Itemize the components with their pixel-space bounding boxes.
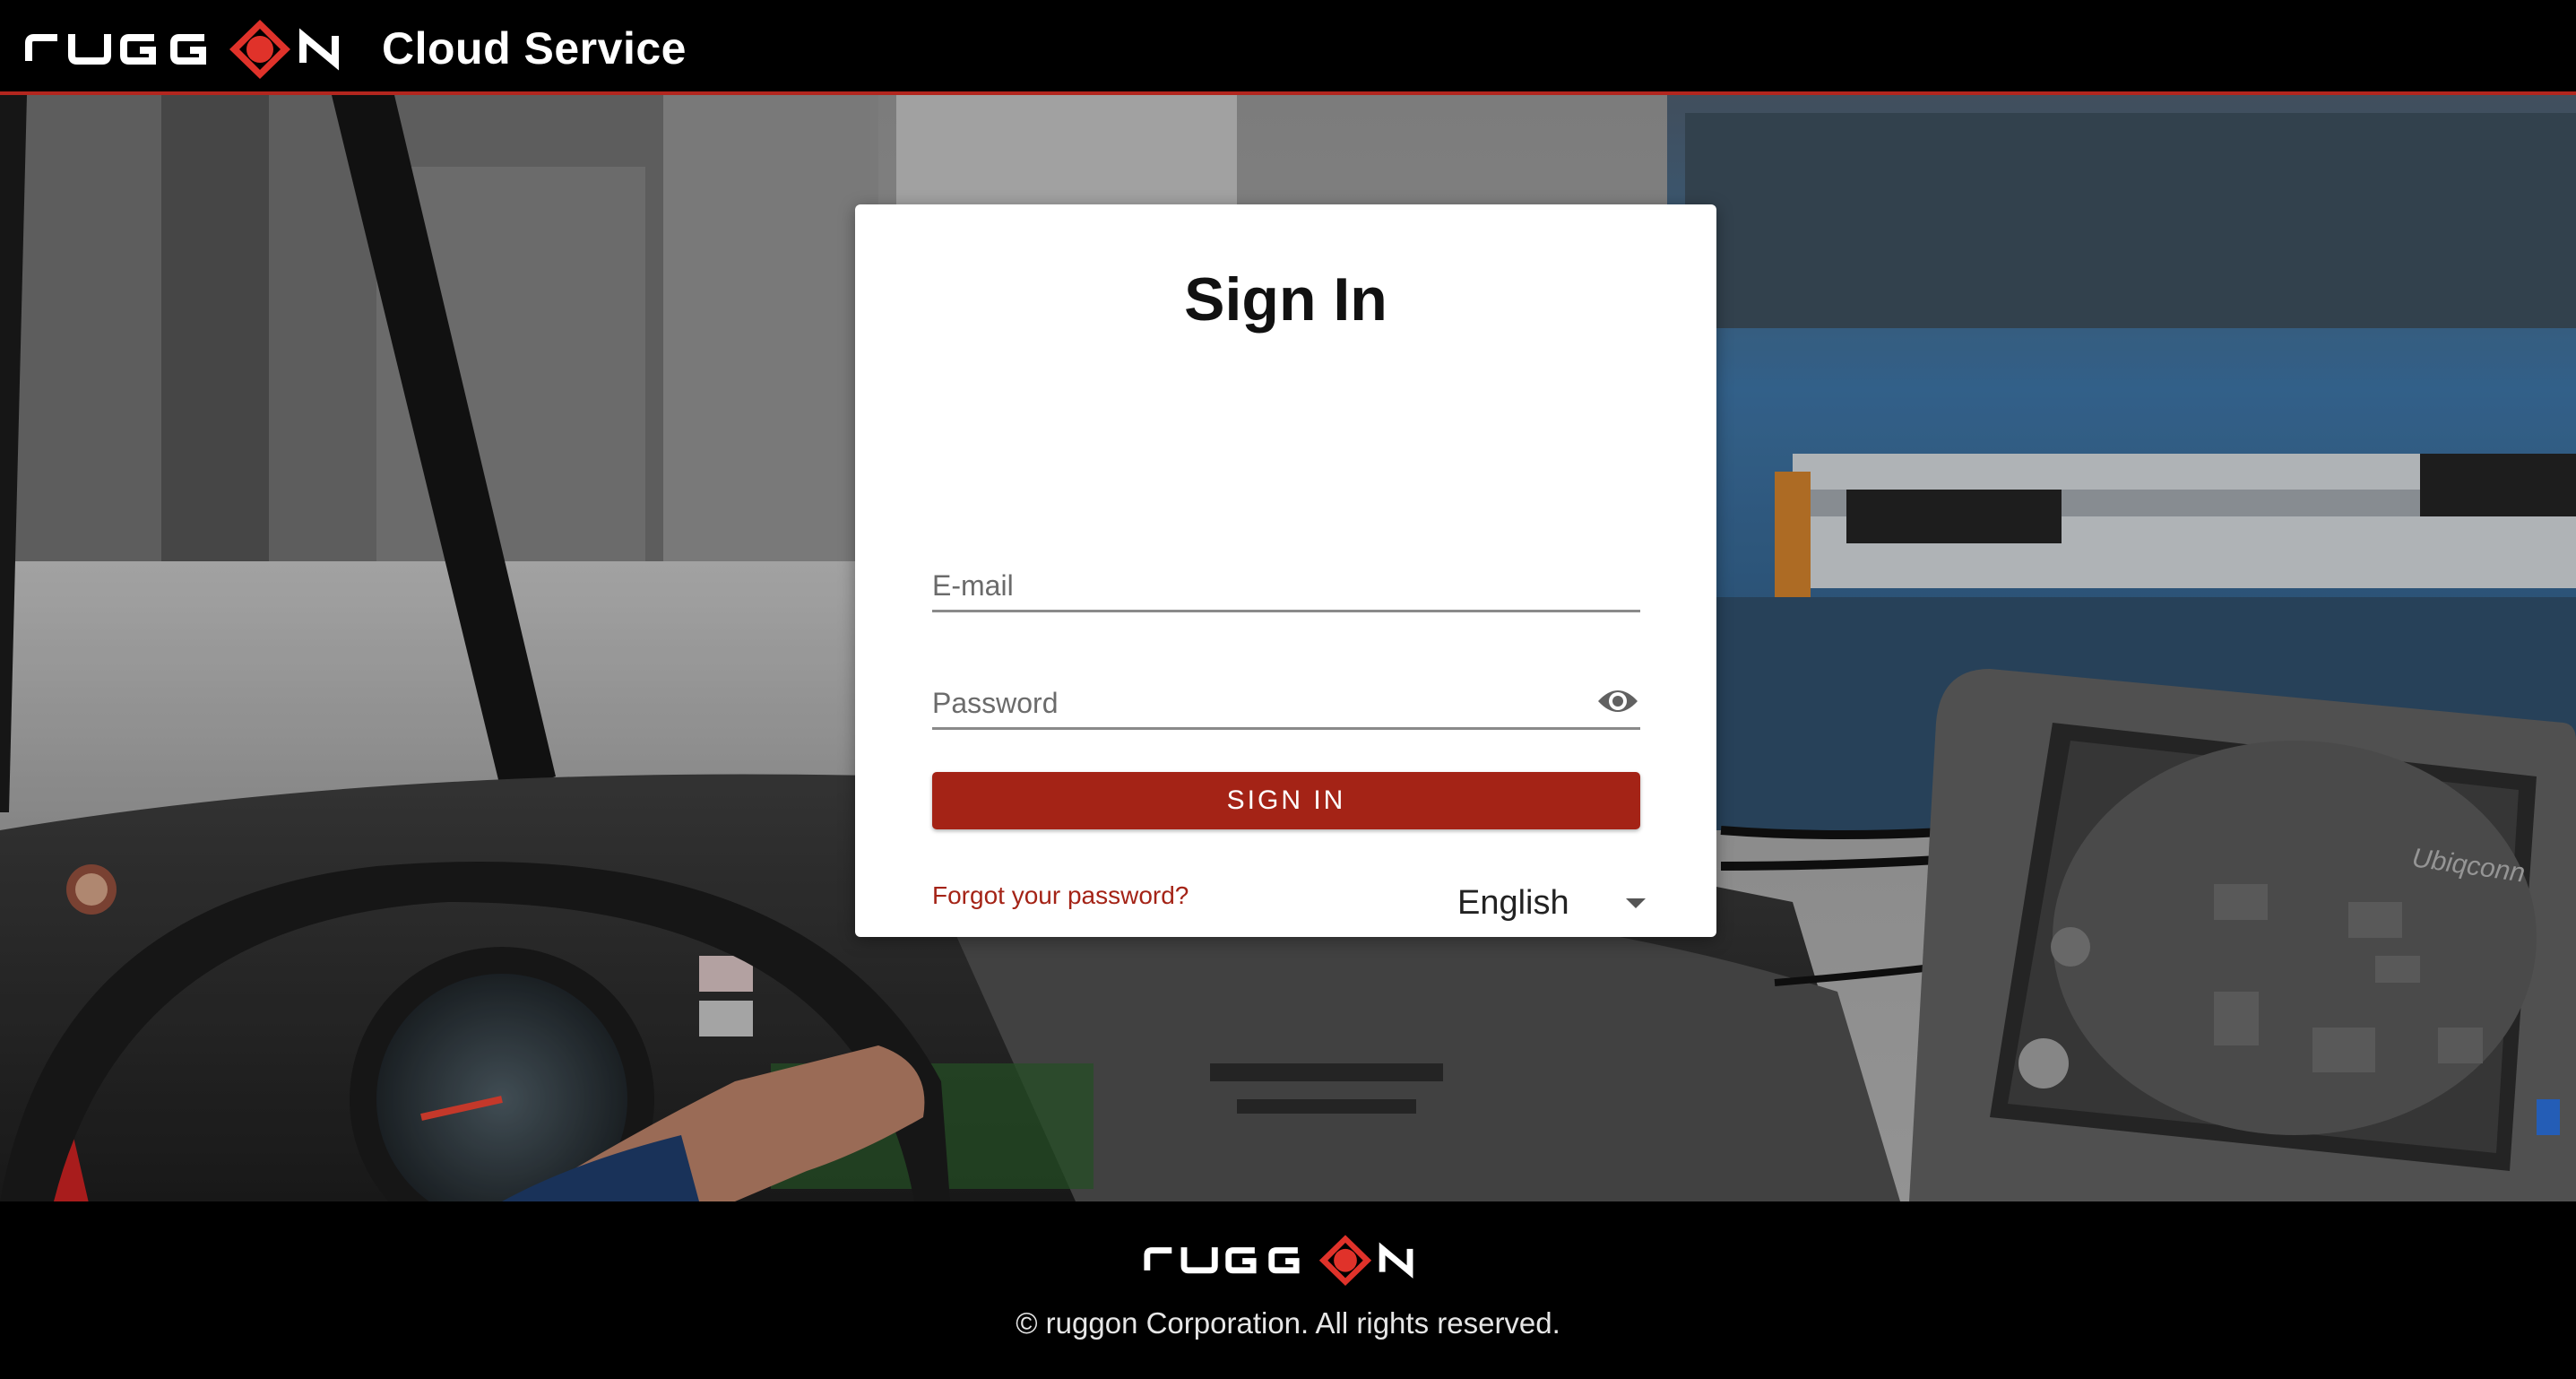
password-field[interactable]: [932, 667, 1640, 730]
footer-ruggon-logo: [1144, 1232, 1429, 1286]
footer: © ruggon Corporation. All rights reserve…: [0, 1201, 2576, 1379]
top-bar: Cloud Service: [0, 0, 2576, 95]
language-select[interactable]: English: [1457, 879, 1646, 932]
password-input[interactable]: [932, 667, 1578, 727]
copyright-text: © ruggon Corporation. All rights reserve…: [1016, 1306, 1560, 1340]
sign-in-card: Sign In SIGN IN Forgot your password? En…: [855, 204, 1716, 937]
email-input[interactable]: [932, 550, 1640, 610]
email-field[interactable]: [932, 550, 1640, 612]
background-image: Ubiqconn Sign In SIGN IN Forgot your pas…: [0, 95, 2576, 1201]
forgot-password-link[interactable]: Forgot your password?: [932, 881, 1189, 910]
caret-down-icon: [1626, 898, 1646, 908]
eye-icon[interactable]: [1595, 683, 1640, 719]
sign-in-button[interactable]: SIGN IN: [932, 772, 1640, 829]
ruggon-logo[interactable]: [25, 16, 357, 79]
sign-in-title: Sign In: [1184, 265, 1387, 334]
app-title: Cloud Service: [382, 23, 687, 74]
language-value: English: [1457, 884, 1569, 922]
